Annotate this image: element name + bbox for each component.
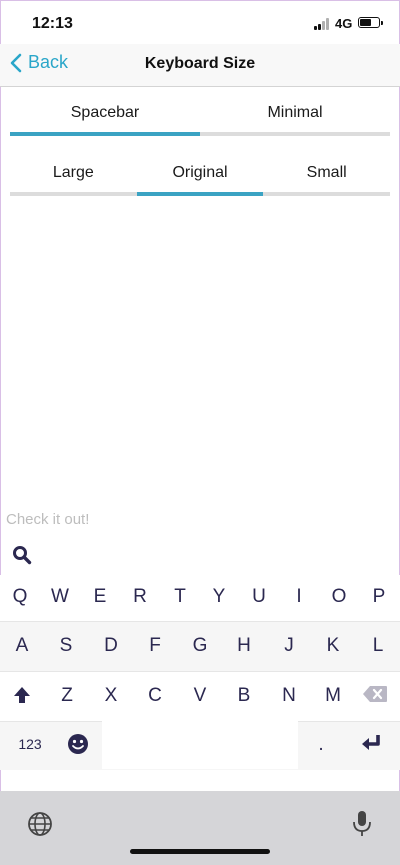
- tab-small[interactable]: Small: [263, 160, 391, 196]
- key-row-1: QWERTYUIOP: [0, 575, 400, 621]
- key-q[interactable]: Q: [6, 586, 34, 608]
- shift-key[interactable]: [8, 685, 36, 709]
- tab-spacebar[interactable]: Spacebar: [10, 98, 200, 136]
- tab-label: Spacebar: [70, 104, 140, 121]
- numbers-key[interactable]: 123: [10, 736, 50, 752]
- backspace-key[interactable]: [360, 685, 390, 709]
- key-i[interactable]: I: [285, 586, 313, 608]
- key-k[interactable]: K: [319, 635, 347, 657]
- preview-text: Check it out!: [6, 511, 90, 528]
- tab-original[interactable]: Original: [136, 160, 264, 196]
- key-b[interactable]: B: [230, 685, 258, 707]
- cellular-signal-icon: [314, 18, 332, 30]
- key-c[interactable]: C: [141, 685, 169, 707]
- space-key[interactable]: [102, 721, 298, 769]
- tab-label: Minimal: [267, 104, 323, 121]
- tab-indicator: [200, 132, 390, 136]
- keyboard-toolbar: [0, 533, 400, 575]
- key-e[interactable]: E: [86, 586, 114, 608]
- key-x[interactable]: X: [97, 685, 125, 707]
- key-j[interactable]: J: [275, 635, 303, 657]
- tab-large[interactable]: Large: [10, 160, 137, 196]
- keyboard: QWERTYUIOP ASDFGHJKL ZXCVBNM 123 .: [0, 533, 400, 865]
- emoji-icon: [68, 734, 88, 754]
- key-row-3: ZXCVBNM: [0, 671, 400, 722]
- emoji-key[interactable]: [66, 733, 90, 757]
- tab-label: Large: [52, 164, 94, 181]
- key-o[interactable]: O: [325, 586, 353, 608]
- page-title: Keyboard Size: [144, 55, 256, 72]
- style-tabs: Spacebar Minimal: [10, 98, 390, 136]
- tab-indicator: [10, 192, 137, 196]
- battery-icon: [358, 17, 383, 28]
- status-time: 12:13: [32, 15, 73, 32]
- tab-minimal[interactable]: Minimal: [200, 98, 390, 136]
- key-z[interactable]: Z: [53, 685, 81, 707]
- home-indicator: [130, 849, 270, 854]
- status-bar: 12:13 4G: [0, 0, 400, 44]
- size-tabs: Large Original Small: [10, 160, 391, 196]
- key-h[interactable]: H: [230, 635, 258, 657]
- shift-icon: [14, 687, 30, 703]
- navigation-bar: Back Keyboard Size: [0, 44, 400, 87]
- key-l[interactable]: L: [364, 635, 392, 657]
- key-t[interactable]: T: [166, 586, 194, 608]
- period-key[interactable]: .: [306, 734, 336, 756]
- key-u[interactable]: U: [245, 586, 273, 608]
- return-key[interactable]: [356, 733, 386, 757]
- key-s[interactable]: S: [52, 635, 80, 657]
- key-n[interactable]: N: [275, 685, 303, 707]
- key-g[interactable]: G: [186, 635, 214, 657]
- key-m[interactable]: M: [319, 685, 347, 707]
- return-icon: [362, 735, 380, 750]
- key-f[interactable]: F: [141, 635, 169, 657]
- key-w[interactable]: W: [46, 586, 74, 608]
- tab-indicator: [10, 132, 200, 136]
- tab-indicator: [263, 192, 391, 196]
- backspace-icon: [363, 686, 387, 702]
- tab-label: Original: [172, 164, 228, 181]
- globe-icon[interactable]: [27, 811, 53, 837]
- key-d[interactable]: D: [97, 635, 125, 657]
- microphone-icon[interactable]: [352, 809, 372, 839]
- key-p[interactable]: P: [365, 586, 393, 608]
- key-r[interactable]: R: [126, 586, 154, 608]
- search-icon[interactable]: [12, 545, 32, 565]
- key-a[interactable]: A: [8, 635, 36, 657]
- key-y[interactable]: Y: [205, 586, 233, 608]
- tab-indicator: [136, 192, 264, 196]
- key-v[interactable]: V: [186, 685, 214, 707]
- network-type: 4G: [335, 16, 353, 31]
- tab-label: Small: [306, 164, 347, 181]
- key-row-2: ASDFGHJKL: [0, 621, 400, 672]
